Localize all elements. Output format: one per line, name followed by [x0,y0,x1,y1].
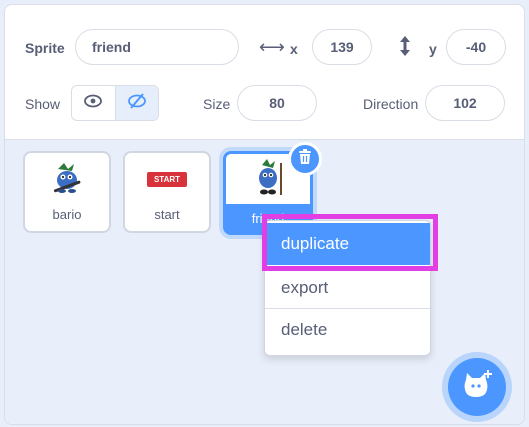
sprite-label: Sprite [25,40,65,56]
menu-item-duplicate[interactable]: duplicate [265,223,430,265]
show-label: Show [25,96,61,112]
menu-item-delete[interactable]: delete [265,308,430,350]
horizontal-arrows-icon: ⟷ [259,37,285,57]
y-label: y [429,41,437,57]
sprite-thumbnail [252,159,286,204]
sprite-context-menu: duplicate export delete [264,220,431,356]
sprite-name: bario [52,207,82,222]
sprite-thumbnail [50,161,84,200]
sprite-tile-start[interactable]: START start [123,151,211,233]
sprite-tile-bario[interactable]: bario [23,151,111,233]
x-input[interactable]: 139 [312,29,372,65]
sprite-info-panel: Sprite friend ⟷ x 139 y -40 Show Size 80… [5,5,524,140]
choose-sprite-button[interactable] [448,358,506,416]
delete-sprite-button[interactable] [288,142,322,176]
start-button-thumbnail: START [147,172,187,187]
menu-item-export[interactable]: export [265,266,430,308]
trash-icon [298,148,312,170]
visibility-toggle [71,85,159,121]
eye-icon [84,94,103,113]
sprite-name: start [154,207,180,222]
direction-label: Direction [363,96,419,112]
vertical-arrows-icon [398,35,412,62]
y-input[interactable]: -40 [446,29,506,65]
size-input[interactable]: 80 [237,85,317,121]
sprite-pane: Sprite friend ⟷ x 139 y -40 Show Size 80… [4,4,525,425]
eye-slash-icon [127,92,147,115]
show-sprite-button[interactable] [72,86,115,120]
hide-sprite-button[interactable] [114,86,158,120]
cat-plus-icon [461,369,493,405]
x-label: x [290,41,298,57]
direction-input[interactable]: 102 [425,85,505,121]
size-label: Size [203,96,231,112]
sprite-name-input[interactable]: friend [75,29,239,65]
